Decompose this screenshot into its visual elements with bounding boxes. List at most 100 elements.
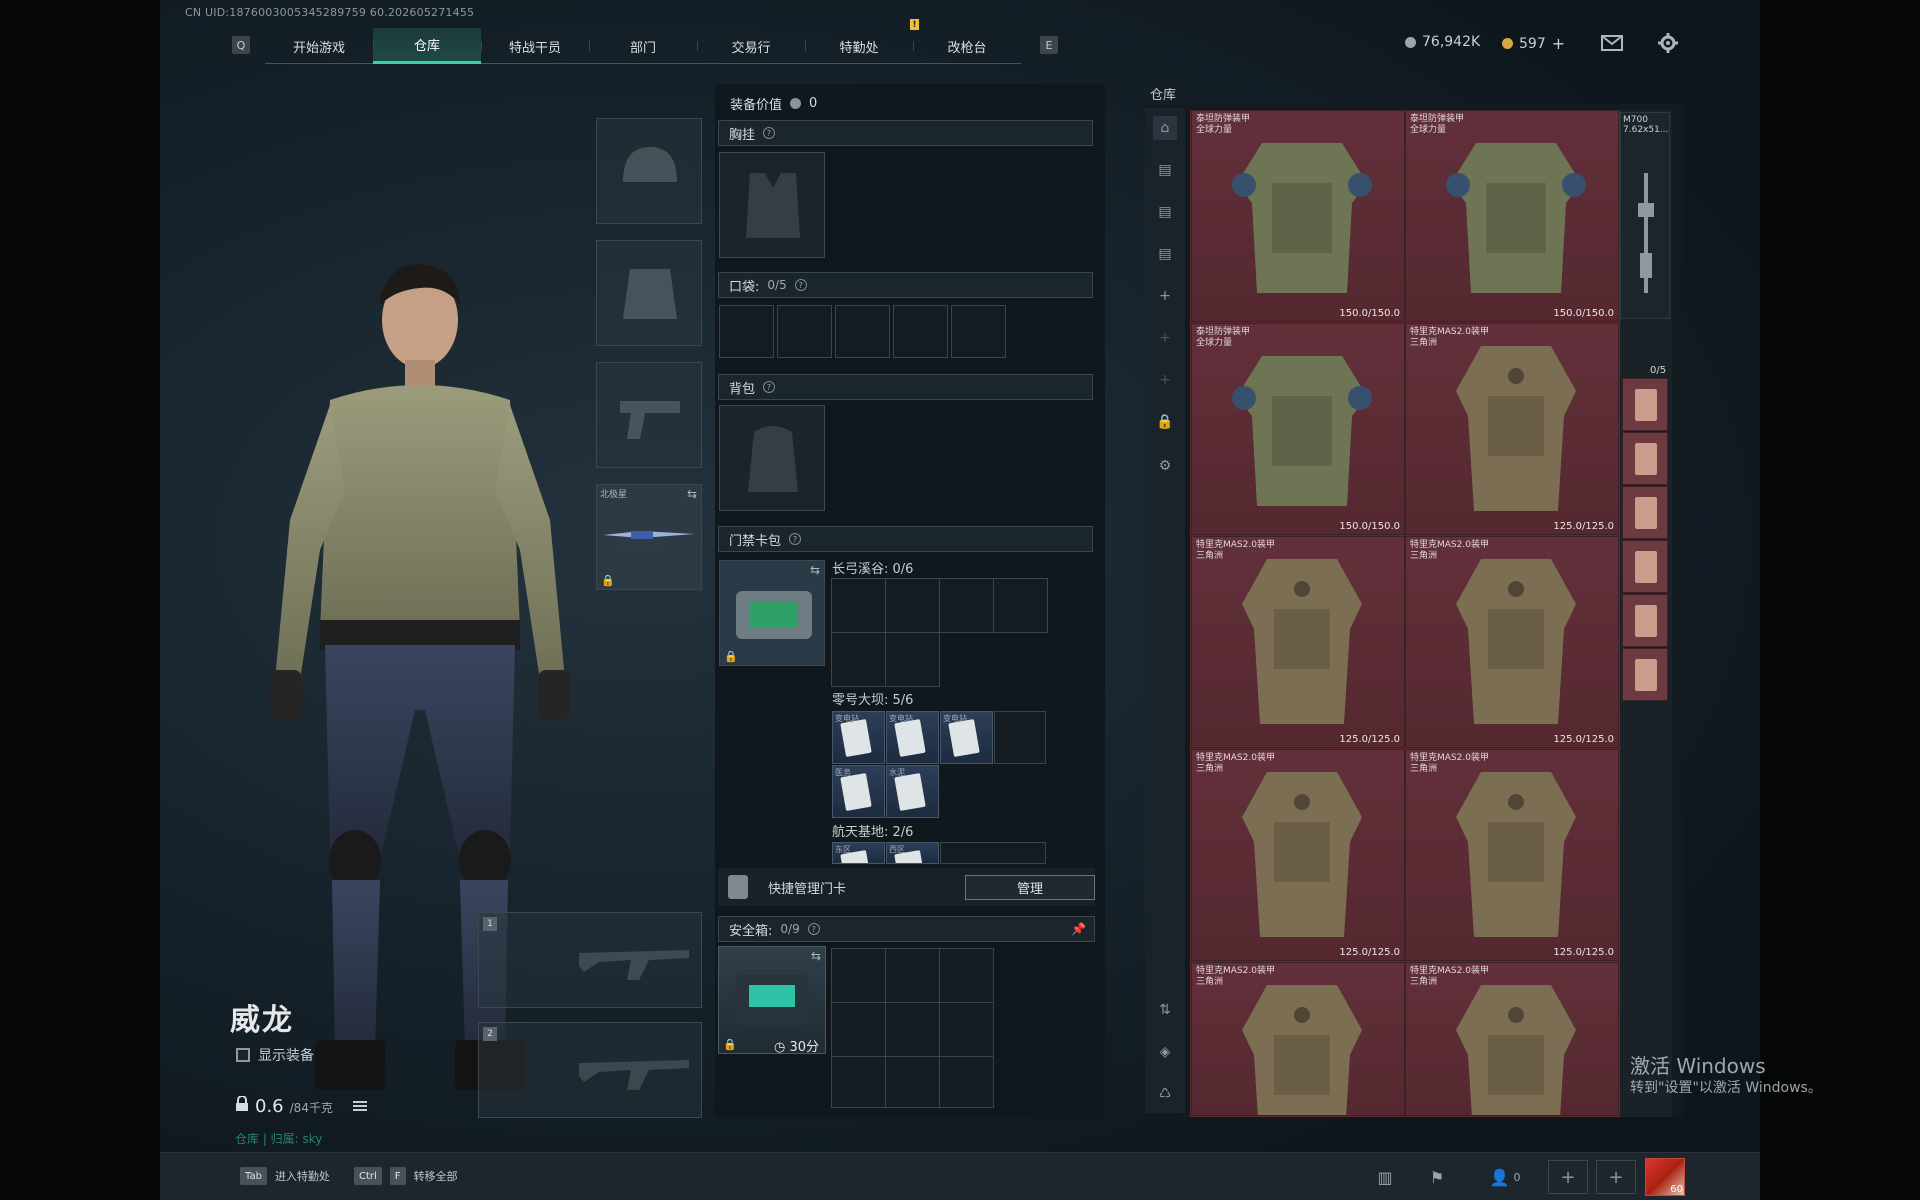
mail-icon[interactable] <box>1600 32 1624 54</box>
armor-item[interactable]: 特里克MAS2.0装甲 三角洲 <box>1405 962 1619 1116</box>
access-card[interactable]: 变电站 <box>886 711 939 764</box>
access-card-item[interactable] <box>1622 594 1668 647</box>
q-key-hint[interactable]: Q <box>232 36 250 54</box>
storage-tab-icon[interactable]: ▤ <box>1153 158 1177 182</box>
pocket-slot[interactable] <box>719 305 774 358</box>
tab-warehouse[interactable]: 仓库 <box>373 28 481 64</box>
tab-gunsmith[interactable]: 改枪台 <box>913 28 1021 64</box>
tab-trading[interactable]: 交易行 <box>697 28 805 64</box>
swap-icon[interactable]: ⇆ <box>687 487 697 501</box>
card-slot[interactable] <box>885 632 940 687</box>
melee-slot[interactable]: 北极星 ⇆ 🔒 <box>596 484 702 590</box>
access-card[interactable]: 医务 <box>832 765 885 818</box>
safebox-cell[interactable] <box>831 1056 886 1108</box>
pocket-slot[interactable] <box>835 305 890 358</box>
helmet-slot[interactable] <box>596 118 702 224</box>
armor-item[interactable]: 特里克MAS2.0装甲 三角洲 125.0/125.0 <box>1405 536 1619 748</box>
access-card-item[interactable] <box>1622 486 1668 539</box>
access-card[interactable]: 变电站 <box>940 711 993 764</box>
access-card-item[interactable] <box>1622 378 1668 431</box>
stats-icon[interactable]: ▥ <box>1370 1162 1400 1192</box>
chest-rig-slot[interactable] <box>719 152 825 258</box>
safebox-cell[interactable] <box>885 1002 940 1057</box>
swap-icon[interactable]: ⇆ <box>811 949 821 963</box>
armor-item[interactable]: 特里克MAS2.0装甲 三角洲 125.0/125.0 <box>1191 536 1405 748</box>
access-card-item[interactable] <box>1622 648 1668 701</box>
card-slot[interactable] <box>831 578 886 633</box>
storage-tab-icon[interactable]: ▤ <box>1153 242 1177 266</box>
safebox-cell[interactable] <box>885 1056 940 1108</box>
manage-button[interactable]: 管理 <box>965 875 1095 900</box>
add-tab-icon[interactable]: + <box>1153 284 1177 308</box>
rifle-item[interactable]: M700 7.62x51... <box>1620 112 1670 319</box>
sort-icon[interactable]: ⇅ <box>1153 998 1177 1022</box>
squad-icon[interactable]: 👤 0 <box>1480 1162 1530 1192</box>
safebox-cell[interactable] <box>939 1002 994 1057</box>
safebox-cell[interactable] <box>939 948 994 1003</box>
invite-slot-button[interactable]: + <box>1548 1160 1588 1194</box>
list-icon[interactable] <box>352 1096 367 1117</box>
keycard-case[interactable]: ⇆ 🔒 <box>719 560 825 666</box>
access-card-item[interactable] <box>1622 432 1668 485</box>
tab-start-game[interactable]: 开始游戏 <box>265 28 373 64</box>
card-slot[interactable] <box>885 578 940 633</box>
tab-special-ops[interactable]: 特勤处 ! <box>805 19 919 64</box>
secondary-weapon-slot[interactable]: 2 <box>478 1022 702 1118</box>
transfer-all-hint[interactable]: Ctrl F 转移全部 <box>354 1167 458 1185</box>
safebox-cell[interactable] <box>885 948 940 1003</box>
tab-operators[interactable]: 特战干员 <box>481 28 589 64</box>
lock-icon[interactable]: 🔒 <box>1153 410 1177 434</box>
safebox-cell[interactable] <box>939 1056 994 1108</box>
invite-slot-button[interactable]: + <box>1596 1160 1636 1194</box>
armor-item[interactable]: 特里克MAS2.0装甲 三角洲 125.0/125.0 <box>1191 749 1405 961</box>
safebox-cell[interactable] <box>831 1002 886 1057</box>
access-card[interactable]: 变电站 <box>832 711 885 764</box>
help-icon[interactable]: ? <box>789 533 802 545</box>
flag-icon[interactable]: ⚑ <box>1422 1162 1452 1192</box>
warehouse-home-icon[interactable]: ⌂ <box>1153 116 1177 140</box>
armor-item[interactable]: 特里克MAS2.0装甲 三角洲 <box>1191 962 1405 1116</box>
armor-item[interactable]: 特里克MAS2.0装甲 三角洲 125.0/125.0 <box>1405 749 1619 961</box>
access-card-item[interactable] <box>1622 540 1668 593</box>
primary-weapon-slot[interactable]: 1 <box>478 912 702 1008</box>
avatar[interactable]: 60 <box>1645 1158 1685 1196</box>
card-slot[interactable] <box>994 711 1046 764</box>
safebox-cell[interactable] <box>831 948 886 1003</box>
card-slot[interactable] <box>993 578 1048 633</box>
show-equipment-checkbox[interactable] <box>236 1048 250 1062</box>
backpack-slot[interactable] <box>719 405 825 511</box>
card-slot[interactable] <box>940 842 1046 864</box>
gear-icon[interactable]: ⚙ <box>1153 454 1177 478</box>
pocket-slot[interactable] <box>951 305 1006 358</box>
pin-icon[interactable]: 📌 <box>1071 922 1086 936</box>
layers-icon[interactable]: ◈ <box>1153 1040 1177 1064</box>
armor-item[interactable]: 特里克MAS2.0装甲 三角洲 125.0/125.0 <box>1405 323 1619 535</box>
add-gold-button[interactable]: + <box>1552 34 1565 53</box>
armor-item[interactable]: 泰坦防弹装甲 全球力量 150.0/150.0 <box>1191 323 1405 535</box>
help-icon[interactable]: ? <box>794 279 807 291</box>
show-equipment-toggle[interactable]: 显示装备 <box>236 1045 314 1065</box>
help-icon[interactable]: ? <box>807 923 820 935</box>
card-slot[interactable] <box>831 632 886 687</box>
tab-department[interactable]: 部门 <box>589 28 697 64</box>
e-key-hint[interactable]: E <box>1040 36 1058 54</box>
add-tab-icon[interactable]: + <box>1153 368 1177 392</box>
armor-slot[interactable] <box>596 240 702 346</box>
storage-tab-icon[interactable]: ▤ <box>1153 200 1177 224</box>
armor-item[interactable]: 泰坦防弹装甲 全球力量 150.0/150.0 <box>1191 110 1405 322</box>
special-ops-hint[interactable]: Tab 进入特勤处 <box>240 1167 330 1185</box>
access-card[interactable]: 西区 <box>886 842 939 864</box>
card-slot[interactable] <box>939 578 994 633</box>
armor-item[interactable]: 泰坦防弹装甲 全球力量 150.0/150.0 <box>1405 110 1619 322</box>
help-icon[interactable]: ? <box>763 127 776 139</box>
help-icon[interactable]: ? <box>763 381 776 393</box>
access-card[interactable]: 水泥 <box>886 765 939 818</box>
pocket-slot[interactable] <box>893 305 948 358</box>
swap-icon[interactable]: ⇆ <box>810 563 820 577</box>
recycle-icon[interactable]: ♺ <box>1153 1082 1177 1106</box>
pocket-slot[interactable] <box>777 305 832 358</box>
pistol-slot[interactable] <box>596 362 702 468</box>
add-tab-icon[interactable]: + <box>1153 326 1177 350</box>
gear-icon[interactable] <box>1656 32 1680 54</box>
access-card[interactable]: 东区 <box>832 842 885 864</box>
